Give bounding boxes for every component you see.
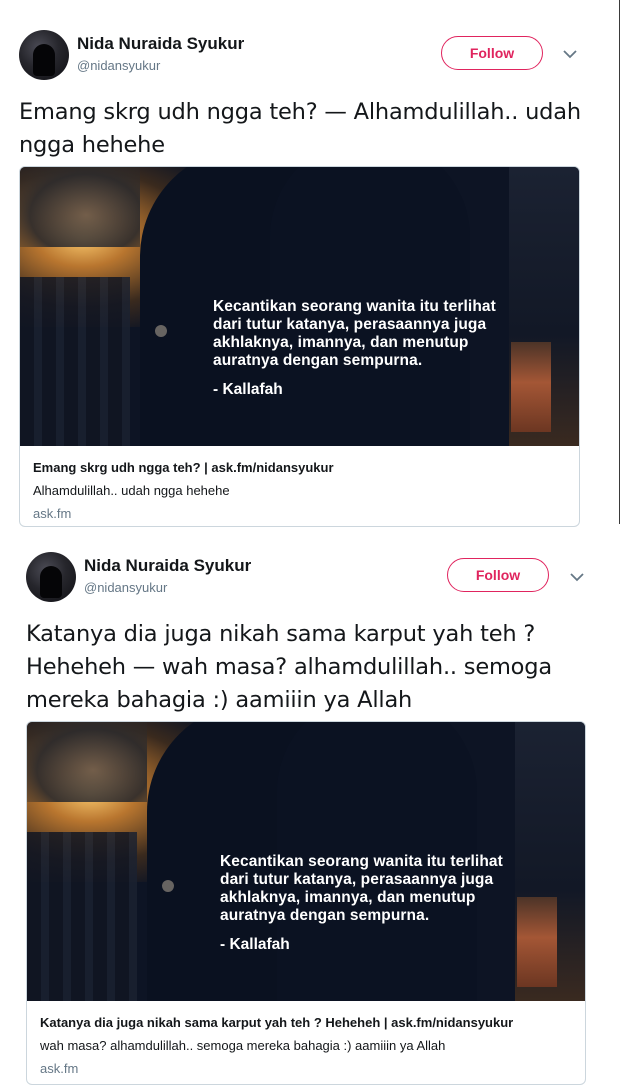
follow-button[interactable]: Follow [447, 558, 549, 592]
tweet: Nida Nuraida Syukur @nidansyukur Follow … [0, 540, 620, 1087]
card-image: Kecantikan seorang wanita itu terlihat d… [27, 722, 585, 1001]
card-description: Alhamdulillah.. udah ngga hehehe [33, 483, 230, 498]
tweet-text: Katanya dia juga nikah sama karput yah t… [26, 621, 552, 713]
author-name[interactable]: Nida Nuraida Syukur [84, 556, 251, 576]
card-domain: ask.fm [40, 1061, 79, 1076]
card-description: wah masa? alhamdulillah.. semoga mereka … [40, 1038, 446, 1053]
image-author: - Kallafah [220, 936, 290, 953]
link-card[interactable]: Kecantikan seorang wanita itu terlihat d… [26, 721, 586, 1085]
tweet-text: Emang skrg udh ngga teh? — Alhamdulillah… [19, 99, 581, 158]
card-title: Katanya dia juga nikah sama karput yah t… [40, 1015, 514, 1030]
image-quote: Kecantikan seorang wanita itu terlihat d… [220, 853, 503, 924]
follow-button[interactable]: Follow [441, 36, 543, 70]
author-handle[interactable]: @nidansyukur [77, 58, 160, 73]
image-quote: Kecantikan seorang wanita itu terlihat d… [213, 298, 496, 369]
author-name[interactable]: Nida Nuraida Syukur [77, 34, 244, 54]
card-title: Emang skrg udh ngga teh? | ask.fm/nidans… [33, 460, 334, 475]
tweet: Nida Nuraida Syukur @nidansyukur Follow … [0, 0, 620, 528]
card-domain: ask.fm [33, 506, 72, 521]
card-image: Kecantikan seorang wanita itu terlihat d… [20, 167, 579, 446]
avatar[interactable] [26, 552, 76, 602]
chevron-down-icon[interactable] [562, 47, 578, 63]
author-handle[interactable]: @nidansyukur [84, 580, 167, 595]
image-author: - Kallafah [213, 381, 283, 398]
chevron-down-icon[interactable] [569, 570, 585, 586]
avatar[interactable] [19, 30, 69, 80]
link-card[interactable]: Kecantikan seorang wanita itu terlihat d… [19, 166, 580, 527]
